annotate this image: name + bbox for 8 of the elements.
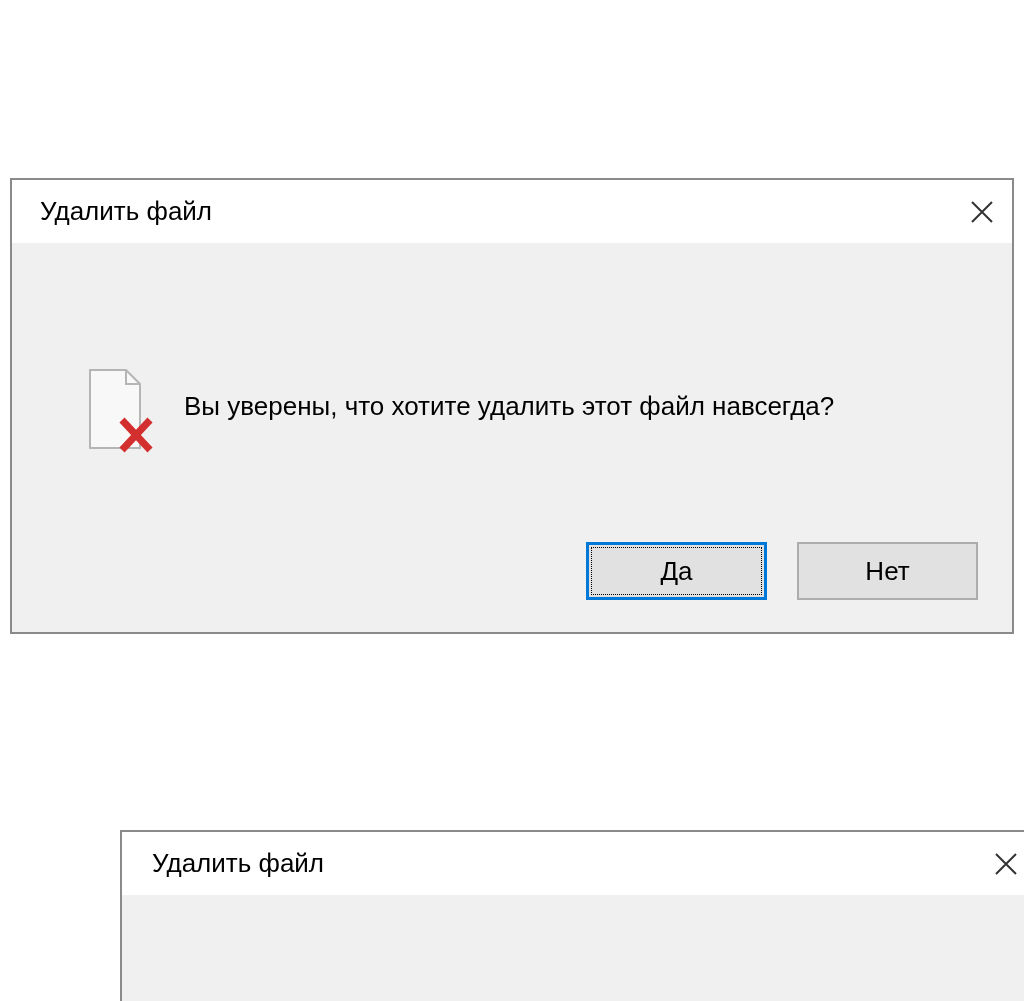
file-delete-icon xyxy=(88,368,154,454)
dialog-button[interactable]: Да xyxy=(586,542,767,600)
confirmation-message: Вы уверены, что хотите удалить этот файл навсегда? xyxy=(184,389,835,423)
close-icon[interactable] xyxy=(994,851,1018,876)
dialog-button[interactable]: Нет xyxy=(797,542,978,600)
window-title: Удалить файл xyxy=(152,847,325,880)
window-title: Удалить файл xyxy=(40,195,213,228)
close-icon[interactable] xyxy=(970,199,994,224)
